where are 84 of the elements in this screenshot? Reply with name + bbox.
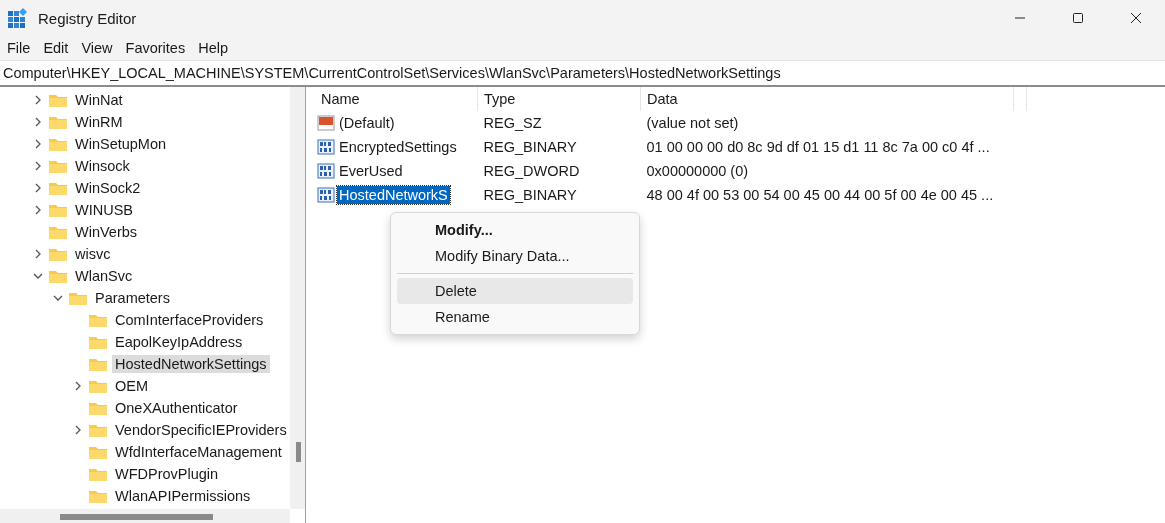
tree-item[interactable]: WlanAPIPermissions	[112, 487, 254, 505]
tree-item[interactable]: WinSetupMon	[72, 135, 170, 153]
value-name[interactable]: EncryptedSettings	[337, 138, 459, 156]
value-data: 48 00 4f 00 53 00 54 00 45 00 44 00 5f 00 4e 00 45 ...	[645, 186, 995, 205]
tree-item[interactable]: wisvc	[72, 245, 114, 263]
maximize-icon	[1073, 13, 1083, 23]
value-type: REG_BINARY	[482, 186, 578, 205]
folder-icon	[88, 422, 108, 438]
address-bar[interactable]: Computer\HKEY_LOCAL_MACHINE\SYSTEM\CurrentControlSet\Services\WlanSvc\Parameters\HostedNetworkSettings	[3, 65, 781, 81]
folder-icon	[88, 312, 108, 328]
tree-item[interactable]: OEM	[112, 377, 152, 395]
menu-item[interactable]: Favorites	[120, 40, 194, 56]
menu-item[interactable]: Delete	[397, 278, 633, 304]
binary-value-icon	[317, 162, 335, 180]
menu-item[interactable]: Rename	[397, 304, 633, 330]
folder-icon	[48, 158, 68, 174]
string-value-icon	[317, 114, 335, 132]
folder-icon	[68, 290, 88, 306]
tree-item[interactable]: HostedNetworkSettings	[112, 355, 270, 373]
window-title: Registry Editor	[38, 9, 137, 27]
folder-icon	[48, 246, 68, 262]
folder-icon	[88, 334, 108, 350]
chevron-right-button[interactable]	[34, 161, 42, 171]
tree-item[interactable]: Winsock	[72, 157, 133, 175]
folder-icon	[48, 268, 68, 284]
menu-item[interactable]: Edit	[38, 40, 77, 56]
value-type: REG_SZ	[477, 111, 641, 135]
menu-item[interactable]: Modify Binary Data...	[397, 243, 633, 269]
menu-item[interactable]: View	[76, 40, 121, 56]
menu-item[interactable]: Help	[193, 40, 236, 56]
folder-icon	[88, 488, 108, 504]
chevron-down-button[interactable]	[53, 294, 63, 302]
tree-item[interactable]: WfdInterfaceManagement	[112, 443, 285, 461]
chevron-right-button[interactable]	[34, 139, 42, 149]
folder-icon	[48, 180, 68, 196]
tree-item[interactable]: VendorSpecificIEProviders	[112, 421, 290, 439]
value-data: (value not set)	[640, 111, 1014, 135]
vertical-scrollbar[interactable]	[290, 87, 305, 509]
value-data: 01 00 00 00 d0 8c 9d df 01 15 d1 11 8c 7a 00 c0 4f ...	[645, 138, 991, 157]
binary-value-icon	[317, 186, 335, 204]
tree-item[interactable]: EapolKeyIpAddress	[112, 333, 246, 351]
chevron-right-button[interactable]	[34, 205, 42, 215]
chevron-right-button[interactable]	[74, 381, 82, 391]
folder-icon	[48, 202, 68, 218]
folder-icon	[48, 136, 68, 152]
chevron-down-button[interactable]	[33, 272, 43, 280]
chevron-right-button[interactable]	[34, 117, 42, 127]
tree-item[interactable]: ComInterfaceProviders	[112, 311, 267, 329]
tree-item[interactable]: WinNat	[72, 91, 126, 109]
tree-item[interactable]: WinSock2	[72, 179, 144, 197]
column-header[interactable]: Name	[315, 87, 478, 111]
menu-item[interactable]: File	[2, 40, 39, 56]
tree-item[interactable]: WlanSvc	[72, 267, 136, 285]
value-data: 0x00000000 (0)	[645, 162, 750, 181]
folder-icon	[88, 400, 108, 416]
value-type: REG_DWORD	[482, 162, 581, 181]
close-icon	[1131, 13, 1141, 23]
chevron-right-button[interactable]	[74, 425, 82, 435]
folder-icon	[48, 114, 68, 130]
value-name[interactable]: HostedNetworkS	[337, 186, 450, 204]
binary-value-icon	[317, 138, 335, 156]
value-name[interactable]: (Default)	[337, 114, 397, 132]
folder-icon	[88, 444, 108, 460]
value-type: REG_BINARY	[482, 138, 578, 157]
tree-item[interactable]: WINUSB	[72, 201, 136, 219]
tree-item[interactable]: OneXAuthenticator	[112, 399, 241, 417]
chevron-right-button[interactable]	[34, 249, 42, 259]
column-header[interactable]: Type	[477, 87, 641, 111]
tree-item[interactable]: WFDProvPlugin	[112, 465, 222, 483]
tree-item[interactable]: WinRM	[72, 113, 126, 131]
menu-item[interactable]: Modify...	[397, 217, 633, 243]
folder-icon	[48, 92, 68, 108]
chevron-right-button[interactable]	[34, 183, 42, 193]
column-header[interactable]: Data	[640, 87, 1014, 111]
value-name[interactable]: EverUsed	[337, 162, 405, 180]
folder-icon	[88, 378, 108, 394]
folder-icon	[88, 466, 108, 482]
tree-item[interactable]: WinVerbs	[72, 223, 141, 241]
app-icon	[6, 7, 28, 29]
folder-icon	[48, 224, 68, 240]
chevron-right-button[interactable]	[34, 95, 42, 105]
folder-icon	[88, 356, 108, 372]
horizontal-scrollbar[interactable]	[0, 509, 290, 523]
tree-item[interactable]: Parameters	[92, 289, 173, 307]
